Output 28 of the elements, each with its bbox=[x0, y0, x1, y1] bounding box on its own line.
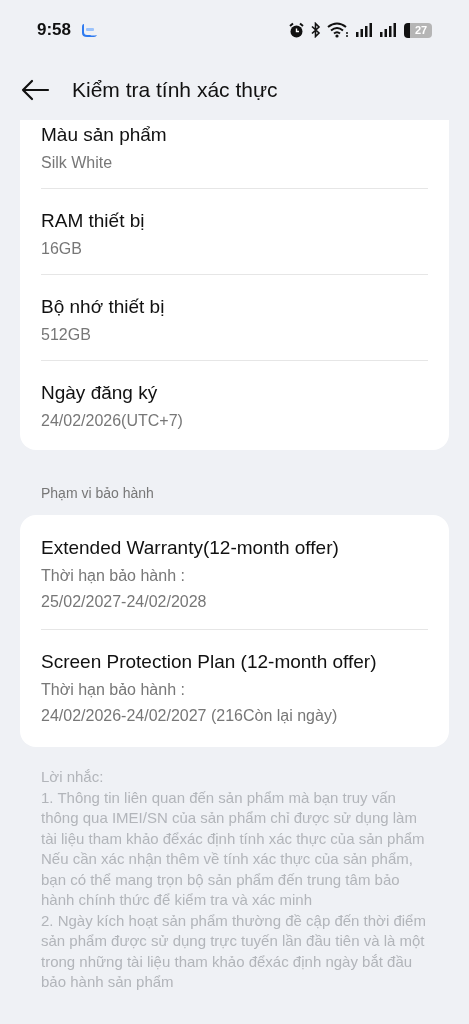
signal-icon bbox=[356, 23, 372, 37]
alarm-icon bbox=[288, 21, 305, 39]
term-dates: 25/02/2027-24/02/2028 bbox=[41, 592, 208, 612]
field-label: Ngày đăng ký bbox=[41, 381, 159, 405]
section-title: Phạm vi bảo hành bbox=[40, 484, 155, 503]
warranty-name: Extended Warranty(12-month offer) bbox=[41, 536, 340, 560]
status-time: 9:58 bbox=[37, 19, 72, 42]
bluetooth-icon bbox=[311, 22, 321, 38]
term-dates: 24/02/2026-24/02/2027 (216Còn lại ngày) bbox=[41, 706, 339, 726]
note-paragraph: 2. Ngày kích hoạt sản phẩm thường đề cập đến thời điểm sản phẩm được sử dụng trực tuyến lần đầu tiên và là một trong những tài liệu tham khảo đểxác định ngày bắt đầu bảo hành sản phẩm bbox=[41, 910, 427, 992]
field-value: Silk White bbox=[41, 153, 114, 173]
field-value: 24/02/2026(UTC+7) bbox=[41, 411, 184, 431]
battery-indicator: 27 bbox=[404, 22, 432, 38]
wifi-icon bbox=[327, 22, 349, 38]
term-label: Thời hạn bảo hành : bbox=[41, 566, 186, 586]
field-label: RAM thiết bị bbox=[41, 209, 146, 233]
signal-icon bbox=[380, 23, 396, 37]
back-arrow-icon[interactable] bbox=[20, 79, 50, 101]
field-label: Màu sản phẩm bbox=[41, 123, 168, 147]
warranty-name: Screen Protection Plan (12-month offer) bbox=[41, 650, 378, 674]
notes-title: Lời nhắc: bbox=[41, 767, 105, 787]
note-paragraph: 1. Thông tin liên quan đến sản phẩm mà bạn truy vấn thông qua IMEI/SN của sản phẩm chỉ được sử dụng làm tài liệu tham khảo đểxác định tính xác thực của sản phẩm Nếu cần xác nhận thêm về tính xác thực của sản phẩm, bạn có thể mang trọn bộ sản phẩm đến trung tâm bảo hành chính thức để kiểm tra và xác minh bbox=[41, 787, 426, 910]
term-label: Thời hạn bảo hành : bbox=[41, 680, 186, 700]
page-title: Kiểm tra tính xác thực bbox=[72, 77, 278, 104]
field-value: 16GB bbox=[41, 239, 83, 259]
field-label: Bộ nhớ thiết bị bbox=[41, 295, 166, 319]
field-value: 512GB bbox=[41, 325, 92, 345]
chat-app-icon bbox=[81, 21, 99, 39]
